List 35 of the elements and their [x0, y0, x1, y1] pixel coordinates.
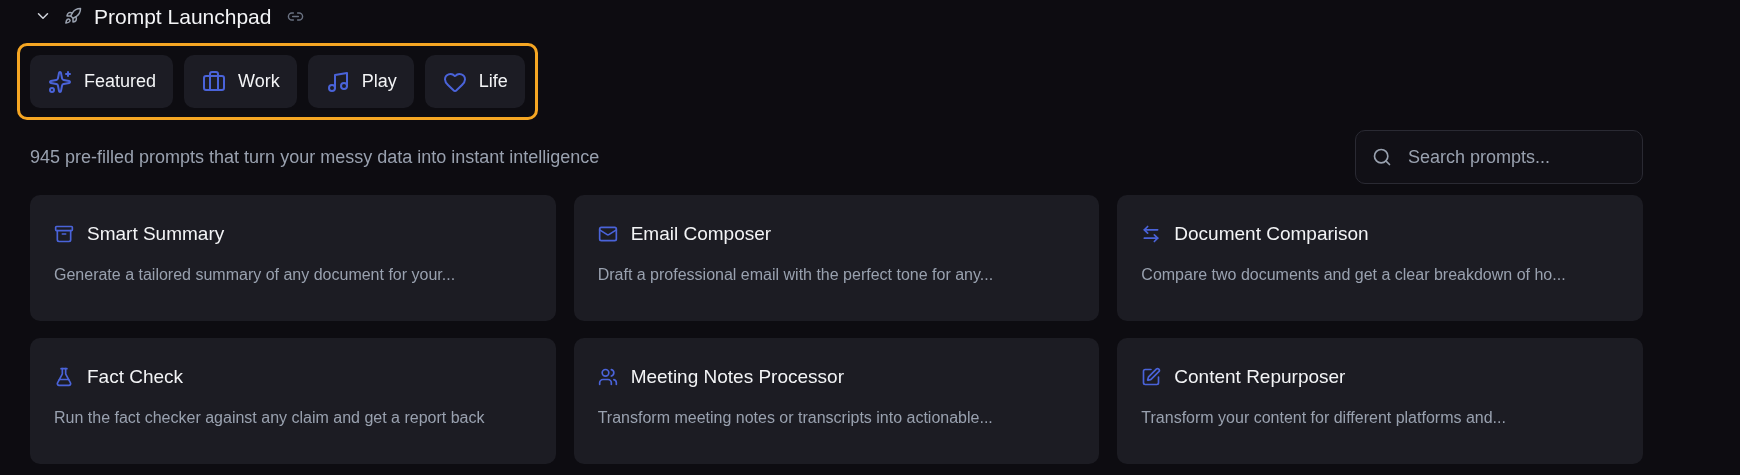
card-description: Transform your content for different platforms and...	[1141, 407, 1507, 428]
card-description: Transform meeting notes or transcripts into actionable...	[597, 407, 994, 428]
card-description: Run the fact checker against any claim and get a report back	[54, 407, 486, 428]
search-field[interactable]: Search prompts...	[1355, 130, 1643, 184]
music-note-icon	[325, 69, 350, 94]
prompt-card[interactable]: Smart Summary Generate a tailored summary of any document for your...	[30, 195, 556, 321]
prompt-card[interactable]: Content Repurposer Transform your content for different platforms and...	[1117, 338, 1643, 464]
archive-box-icon	[54, 224, 74, 245]
card-description: Compare two documents and get a clear breakdown of ho...	[1141, 264, 1567, 285]
category-tab[interactable]: Featured	[30, 55, 174, 108]
card-title: Smart Summary	[87, 222, 225, 246]
category-tab[interactable]: Work	[184, 55, 297, 108]
card-title: Document Comparison	[1174, 222, 1369, 246]
pencil-square-icon	[1141, 367, 1162, 388]
flask-icon	[54, 367, 74, 388]
people-icon	[597, 367, 618, 388]
briefcase-icon	[202, 69, 227, 94]
category-tab[interactable]: Life	[424, 55, 525, 108]
prompt-card[interactable]: Meeting Notes Processor Transform meeting notes or transcripts into actionable...	[573, 338, 1100, 464]
card-title: Meeting Notes Processor	[630, 365, 844, 389]
prompt-card[interactable]: Email Composer Draft a professional email with the perfect tone for any...	[573, 195, 1100, 321]
section-title: Prompt Launchpad	[94, 5, 272, 27]
card-title: Email Composer	[630, 222, 772, 246]
description-text: 945 pre-filled prompts that turn your messy data into instant intelligence	[30, 145, 600, 169]
category-tab[interactable]: Play	[307, 55, 414, 108]
card-description: Generate a tailored summary of any document for your...	[54, 264, 457, 285]
prompt-card[interactable]: Fact Check Run the fact checker against any claim and get a report back	[30, 338, 556, 464]
envelope-icon	[597, 224, 618, 245]
rocket-icon	[64, 7, 82, 25]
card-title: Content Repurposer	[1174, 365, 1346, 389]
card-title: Fact Check	[87, 365, 184, 389]
search-icon	[1372, 147, 1392, 167]
card-description: Draft a professional email with the perfect tone for any...	[597, 264, 995, 285]
sparkles-icon	[48, 69, 72, 94]
prompt-card[interactable]: Document Comparison Compare two documents and get a clear breakdown of ho...	[1117, 195, 1643, 321]
